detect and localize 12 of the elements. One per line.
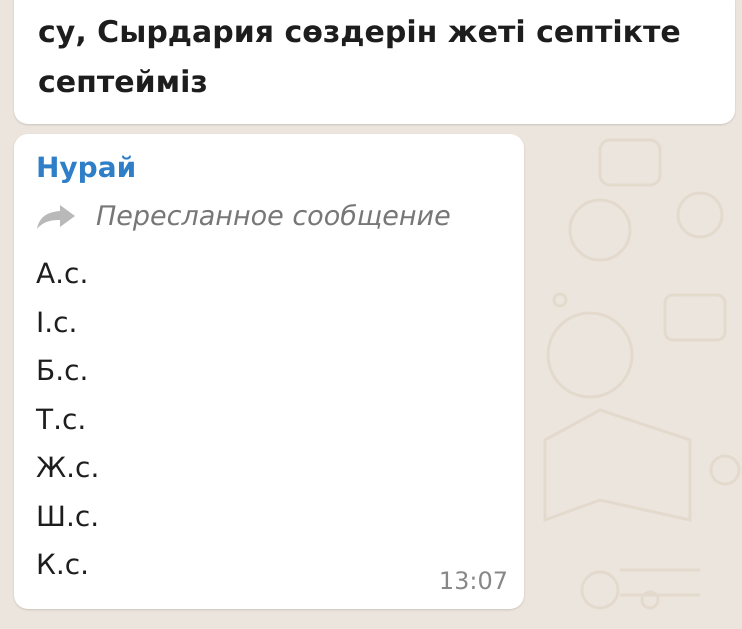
message-line: Б.с. (36, 353, 88, 389)
message-line: Т.с. (36, 402, 86, 438)
message-line: І.с. (36, 304, 78, 340)
message-line: Ж.с. (36, 450, 100, 486)
sender-name: Нурай (36, 150, 138, 186)
message-line: А.с. (36, 256, 88, 292)
message-text: су, Сырдария сөздерін жеті септікте септейміз (38, 14, 682, 102)
message-time: 13:07 (438, 567, 508, 595)
message-line: Ш.с. (36, 498, 100, 534)
forwarded-label: Пересланное сообщение (96, 200, 451, 234)
message-line: К.с. (36, 547, 90, 583)
forward-icon (36, 204, 76, 230)
